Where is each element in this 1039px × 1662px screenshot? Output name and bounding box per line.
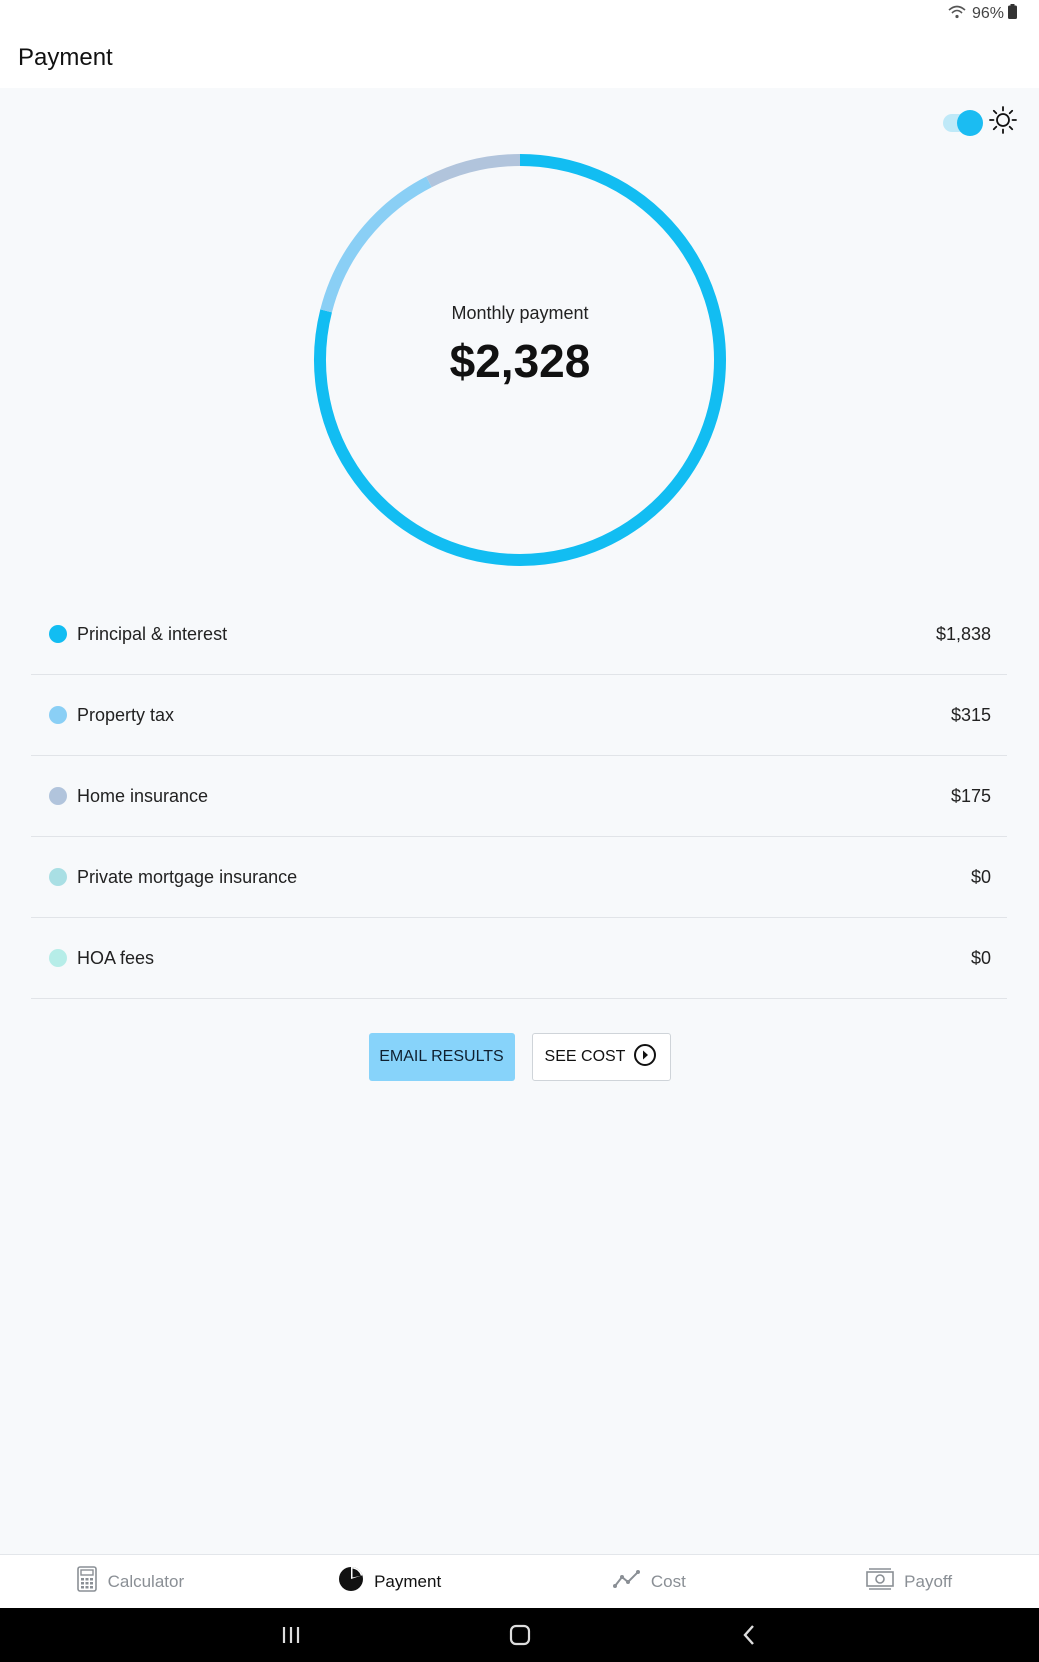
nav-calculator[interactable]: Calculator [0,1566,260,1597]
monthly-payment-label: Monthly payment [451,302,589,323]
switch-knob [957,109,983,136]
see-cost-label: SEE COST [544,1048,626,1065]
breakdown-row-hoa: HOA fees $0 [31,918,1007,999]
wifi-icon [948,5,966,24]
breakdown-label: Home insurance [77,785,209,806]
theme-toggle-group [943,106,1017,139]
nav-payoff[interactable]: Payoff [779,1568,1039,1595]
action-buttons: EMAIL RESULTS SEE COST [0,1033,1039,1081]
breakdown-label: Principal & interest [77,623,228,644]
payment-screen: Monthly payment $2,328 Principal & inter… [0,88,1039,1554]
monthly-payment-amount: $2,328 [449,334,591,387]
nav-label: Payoff [904,1571,953,1591]
nav-payment[interactable]: Payment [260,1566,520,1597]
breakdown-row-principal: Principal & interest $1,838 [31,594,1007,675]
calculator-icon [76,1566,98,1597]
nav-label: Cost [650,1571,686,1591]
breakdown-value: $175 [950,785,991,806]
back-button[interactable] [634,1624,863,1646]
breakdown-value: $1,838 [935,623,991,644]
email-results-button[interactable]: EMAIL RESULTS [368,1033,515,1081]
nav-label: Payment [374,1571,442,1591]
legend-dot-home-insurance [49,787,67,805]
line-chart-icon [612,1569,641,1594]
play-circle-icon [633,1043,657,1072]
donut-center: Monthly payment $2,328 [310,150,730,570]
breakdown-value: $315 [950,704,991,725]
breakdown-label: Property tax [77,704,175,725]
legend-dot-hoa [49,949,67,967]
sun-icon[interactable] [989,106,1017,139]
status-bar: 96% [0,0,1039,28]
legend-dot-principal [49,625,67,643]
page-title: Payment [18,44,113,71]
legend-dot-property-tax [49,706,67,724]
app-bar: Payment [0,28,1039,88]
breakdown-row-home-insurance: Home insurance $175 [31,756,1007,837]
see-cost-button[interactable]: SEE COST [531,1033,671,1081]
nav-label: Calculator [107,1571,185,1591]
breakdown-row-pmi: Private mortgage insurance $0 [31,837,1007,918]
recent-apps-icon [282,1627,299,1643]
payment-breakdown-list: Principal & interest $1,838 Property tax… [31,594,1007,999]
breakdown-label: Private mortgage insurance [77,866,298,887]
home-button[interactable] [405,1624,634,1646]
pie-chart-icon [338,1566,364,1597]
breakdown-label: HOA fees [77,947,155,968]
bottom-navigation: Calculator Payment Cost Payoff [0,1554,1039,1608]
nav-cost[interactable]: Cost [520,1569,780,1594]
recent-apps-button[interactable] [176,1626,405,1644]
money-icon [866,1568,894,1595]
battery-icon [1008,4,1017,24]
battery-percent: 96% [971,5,1004,22]
breakdown-value: $0 [970,947,991,968]
breakdown-row-property-tax: Property tax $315 [31,675,1007,756]
home-icon [509,1624,530,1646]
payment-donut-chart: Monthly payment $2,328 [310,150,730,570]
legend-dot-pmi [49,868,67,886]
breakdown-value: $0 [970,866,991,887]
theme-toggle-switch[interactable] [943,109,983,136]
back-icon [742,1625,754,1645]
system-navigation-bar [0,1608,1039,1662]
